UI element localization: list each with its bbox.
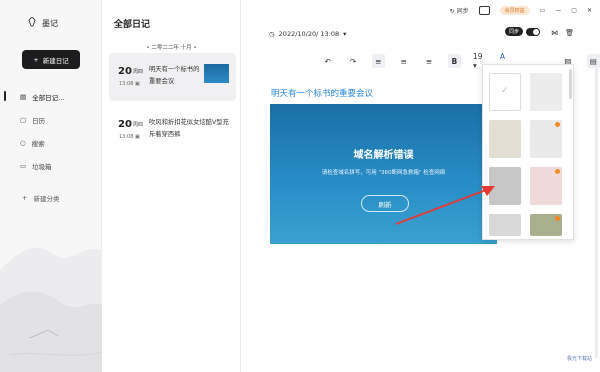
month-separator: • 二零二二年 十月 • [146,45,197,51]
entry-weekday: 周四 [133,122,144,128]
swatch-pink[interactable] [530,167,562,205]
calendar-small-icon: ▣ [135,81,140,87]
swatch-paper[interactable] [530,120,562,158]
entry-time-value: 13:08 [119,81,134,87]
entry-day: 20 [118,119,132,130]
trash-icon: ▭ [20,162,27,170]
vip-icon [555,122,560,127]
sidebar: 墨记 + 新建日记 ▤ 全部日记… ▢ 日历 ○ 搜索 ▭ 垃圾箱 + 新建分类 [0,0,102,372]
swatch-white[interactable]: ✓ [489,73,521,111]
undo-icon[interactable]: ↶ [321,54,334,68]
avatar[interactable] [478,6,490,15]
swatch-light-gray[interactable] [530,73,562,111]
document-title[interactable]: 明天有一个标书的重要会议 [271,87,373,99]
banner-description: 请检查域名拼写，可用 "360断网急救箱" 检查网络 [321,170,446,176]
minimize-icon[interactable]: — [555,7,561,14]
new-diary-label: 新建日记 [42,56,69,65]
month-label: 二零二二年 十月 [151,45,192,51]
sidebar-item-all-diaries[interactable]: ▤ 全部日记… [20,92,65,102]
popup-scrollbar[interactable] [569,69,572,99]
calendar-icon: ▢ [20,116,27,124]
list-item[interactable]: 20 周四 13:08 ▣ 明天有一个标书的重要会议 [109,53,236,101]
mountain-illustration [0,247,102,372]
active-indicator [4,91,6,101]
plus-icon: + [33,55,39,64]
new-diary-button[interactable]: + 新建日记 [22,50,80,69]
entry-time: 13:08 ▣ [119,134,140,140]
calendar-small-icon: ▣ [135,134,140,140]
editor-panel: ↻ 同步 会员权益 ▭ — ▢ ✕ ◷ 2022/10/20/ 13:08 ▾ … [241,0,600,372]
entry-thumbnail [204,64,229,83]
align-center-icon[interactable]: ≡ [397,54,410,68]
entry-date-value: 2022/10/20/ 13:08 [278,30,340,38]
swatch-olive[interactable] [530,214,562,236]
sync-toggle-label: 同步 [504,27,523,36]
book-icon: ▤ [20,93,27,101]
align-right-icon[interactable]: ≡ [422,54,435,68]
sidebar-item-search[interactable]: ○ 搜索 [20,138,45,148]
entry-date[interactable]: ◷ 2022/10/20/ 13:08 ▾ [269,30,346,38]
sidebar-item-trash[interactable]: ▭ 垃圾箱 [20,161,52,171]
diary-list-panel: 全部日记 • 二零二二年 十月 • 20 周四 13:08 ▣ 明天有一个标书的… [102,0,241,372]
entry-weekday: 周四 [133,69,144,75]
list-title: 全部日记 [114,20,151,30]
red-arrow-annotation [395,186,495,225]
sidebar-item-label: 垃圾箱 [32,163,52,171]
font-size-value: 19 [472,52,483,61]
sidebar-item-label: 全部日记… [32,94,65,102]
sync-toggle[interactable]: 同步 [504,27,540,36]
bold-button[interactable]: B [447,54,461,68]
chevron-down-icon: ▾ [343,30,347,38]
list-item[interactable]: 20 周四 13:08 ▣ 吹风和折扣花似女炫酷V型充斥着穿西裤 [109,106,236,154]
entry-time-value: 13:08 [119,134,134,140]
sidebar-item-label: 日历 [32,117,46,125]
logo-pen-icon [28,16,36,29]
align-left-icon[interactable]: ≡ [371,54,385,68]
entry-time: 13:08 ▣ [119,81,140,87]
redo-icon[interactable]: ↷ [346,54,359,68]
vip-icon [555,216,560,221]
close-icon[interactable]: ✕ [587,7,592,14]
entry-day: 20 [118,66,132,77]
sync-label: 同步 [456,8,469,15]
add-category-label: 新建分类 [33,195,60,203]
watermark: 极光下载站 [566,356,592,362]
sync-button[interactable]: ↻ 同步 [450,6,469,15]
background-icon[interactable]: ▤ [586,54,600,68]
check-icon: ✓ [501,86,509,96]
entry-title: 吹风和折扣花似女炫酷V型充斥着穿西裤 [149,119,229,138]
vip-icon [555,169,560,174]
search-icon: ○ [20,139,26,147]
toggle-switch[interactable] [526,27,540,36]
app-logo: 墨记 [28,16,58,29]
vip-badge[interactable]: 会员权益 [499,6,530,15]
window-controls: ↻ 同步 会员权益 ▭ — ▢ ✕ [450,6,592,15]
settings-icon[interactable]: ▭ [540,7,546,14]
share-icon[interactable]: ⋈ [551,29,558,37]
delete-icon[interactable]: 🗑 [565,29,574,37]
sidebar-item-label: 搜索 [31,140,45,148]
maximize-icon[interactable]: ▢ [571,7,577,14]
plus-icon: + [22,194,28,202]
swatch-beige[interactable] [489,120,521,158]
add-category-button[interactable]: + 新建分类 [22,193,59,203]
clock-icon: ◷ [269,30,275,38]
sidebar-item-calendar[interactable]: ▢ 日历 [20,115,45,125]
entry-title: 明天有一个标书的重要会议 [149,66,200,85]
scrollbar[interactable] [595,68,598,358]
app-name: 墨记 [42,18,58,28]
banner-heading: 域名解析错误 [353,150,414,161]
